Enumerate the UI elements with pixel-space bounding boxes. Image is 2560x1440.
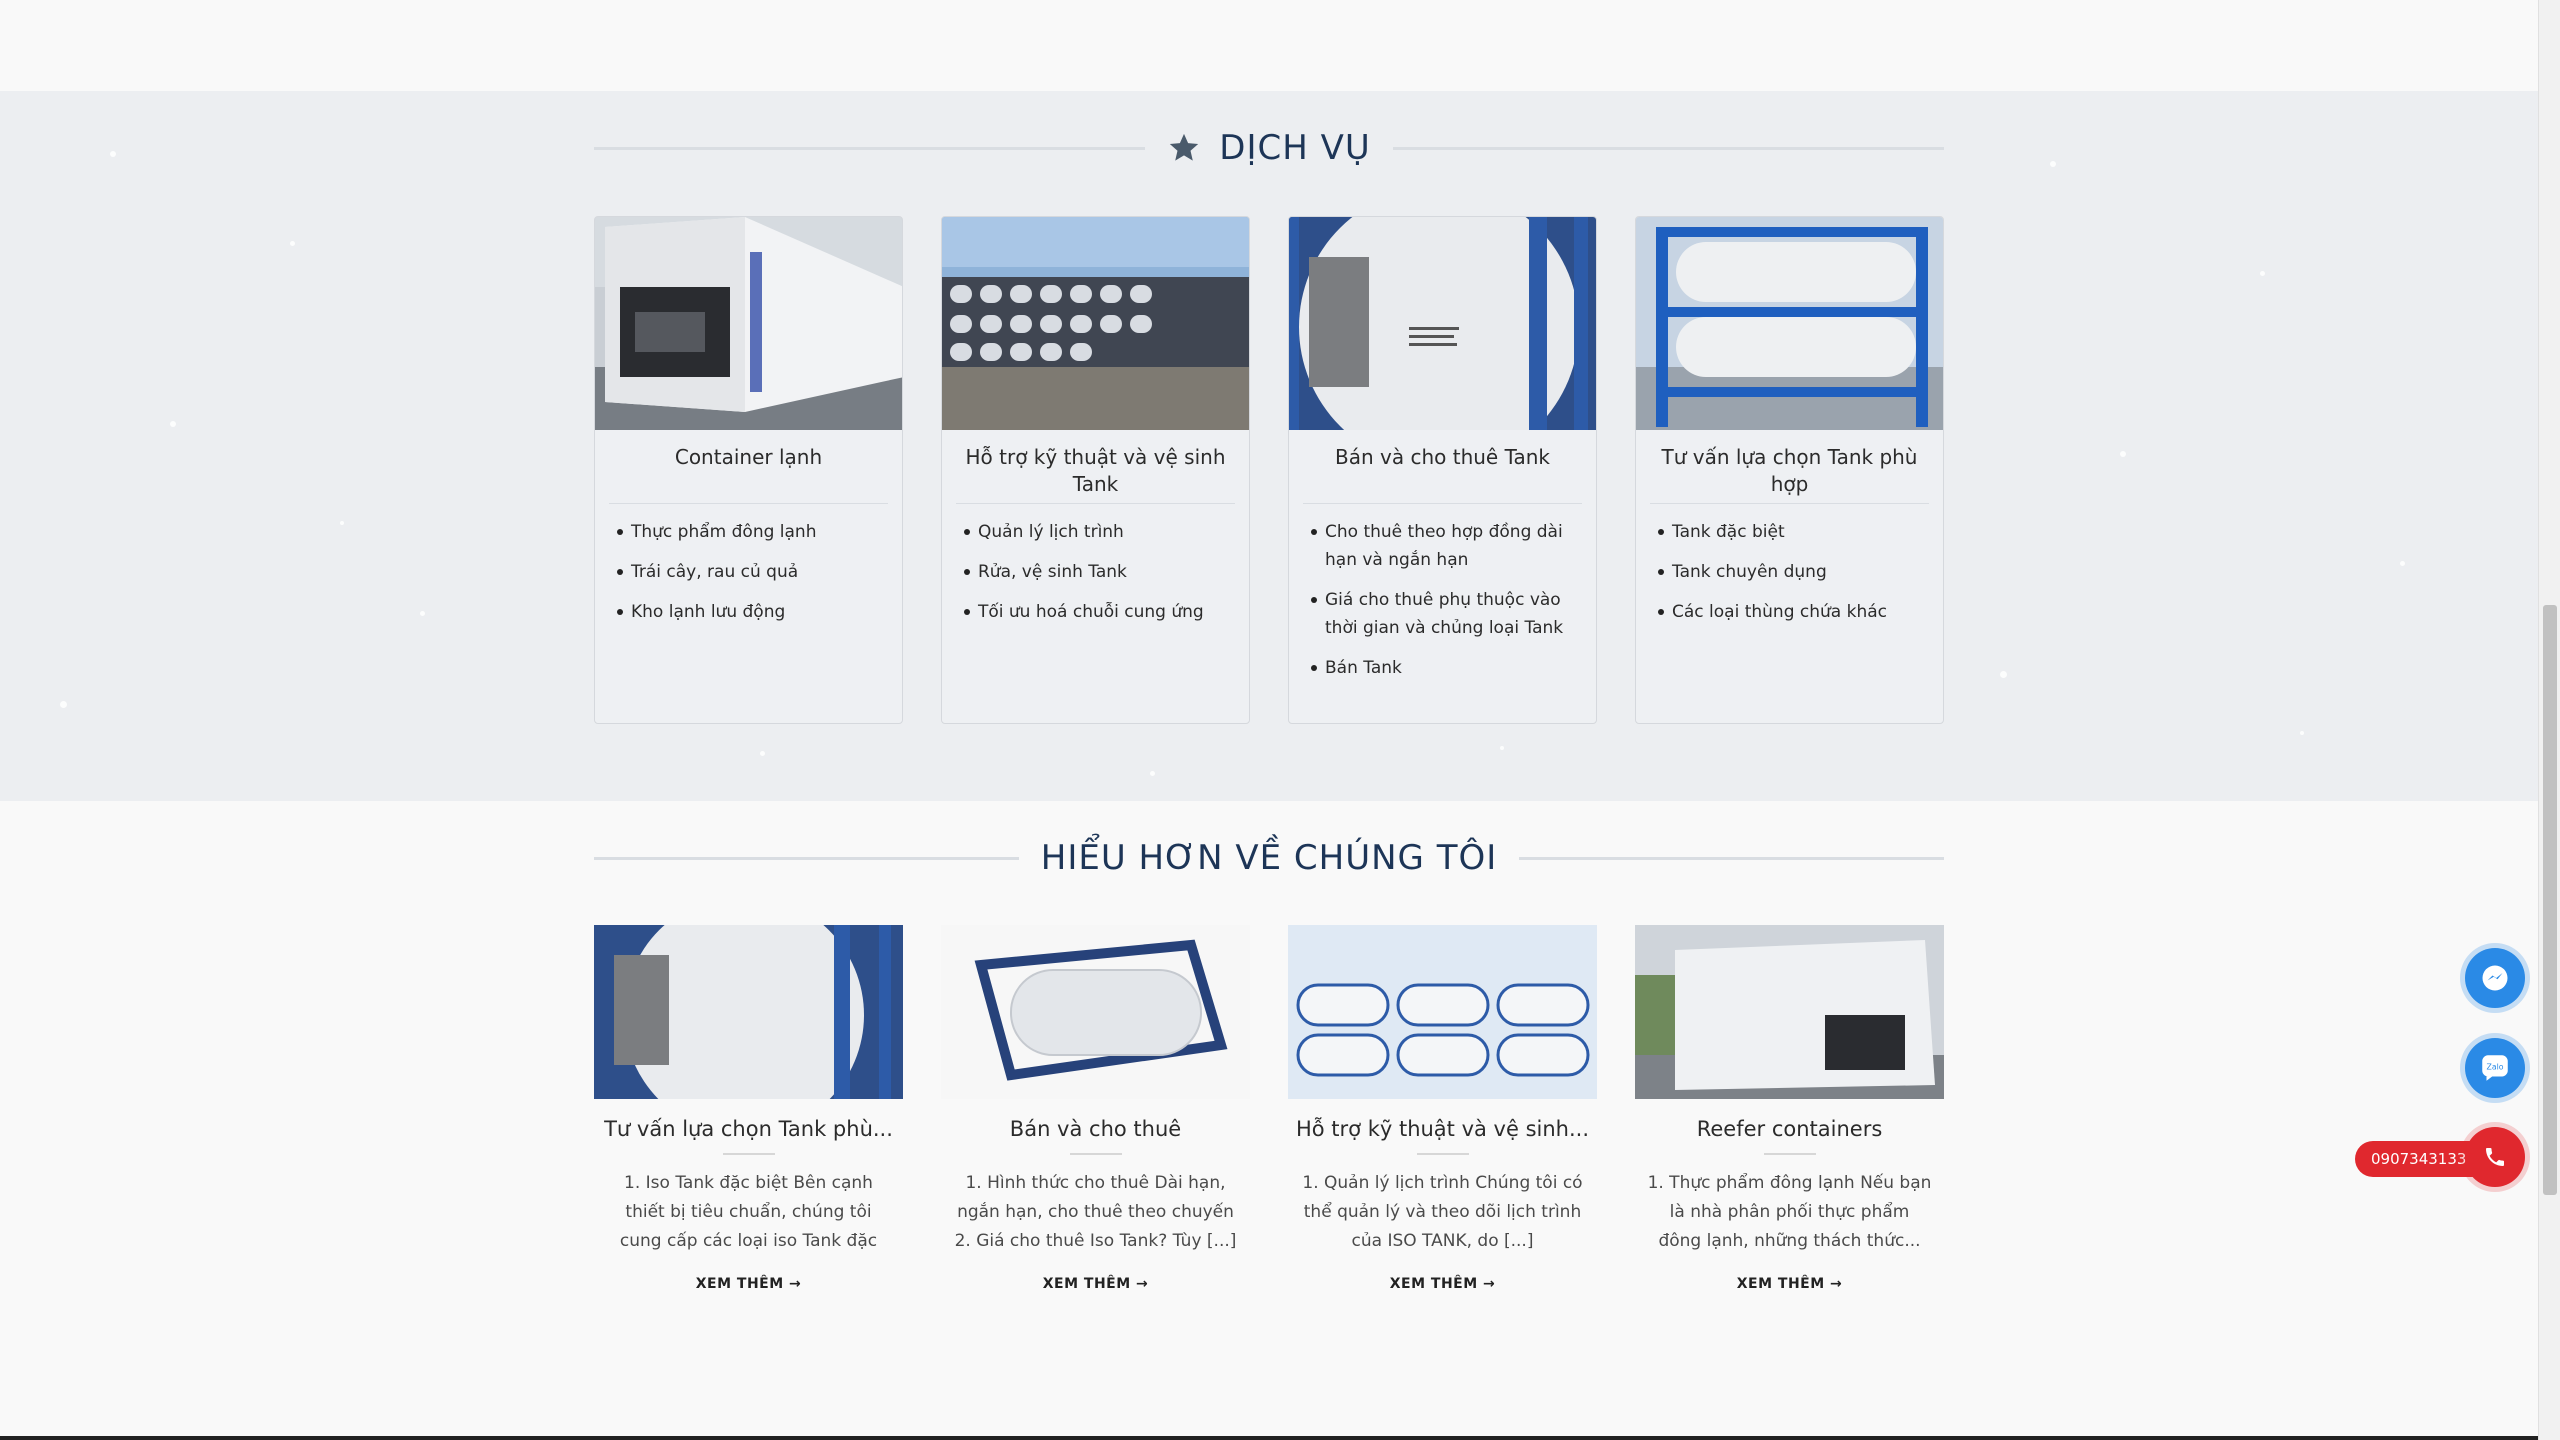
scrollbar[interactable] [2538,0,2560,1440]
service-card[interactable]: Container lạnh Thực phẩm đông lạnh Trái … [594,216,903,724]
post-title[interactable]: Reefer containers [1635,1115,1944,1143]
service-card-title: Hỗ trợ kỹ thuật và vệ sinh Tank [965,445,1226,496]
post-separator [1763,1153,1816,1155]
card-divider [956,503,1235,504]
service-card[interactable]: Tư vấn lựa chọn Tank phù hợp Tank đặc bi… [1635,216,1944,724]
tank-frame-image [1636,217,1943,430]
post-excerpt: 1. Quản lý lịch trình Chúng tôi có thể q… [1302,1173,1583,1251]
post-separator [1069,1153,1122,1155]
tank-yard-image [942,217,1249,430]
service-card-title: Container lạnh [674,445,823,469]
list-item: Giá cho thuê phụ thuộc vào thời gian và … [1311,586,1578,642]
service-list: Cho thuê theo hợp đồng dài hạn và ngắn h… [1289,518,1596,682]
read-more-link[interactable]: XEM THÊM → [1737,1276,1843,1292]
messenger-icon [2482,965,2508,991]
read-more-link[interactable]: XEM THÊM → [1043,1276,1149,1292]
phone-button[interactable] [2465,1127,2525,1187]
read-more-link[interactable]: XEM THÊM → [696,1276,802,1292]
footer-edge [0,1436,2538,1440]
service-card-title: Bán và cho thuê Tank [1335,445,1550,469]
post-excerpt: 1. Iso Tank đặc biệt Bên cạnh thiết bị t… [619,1173,878,1251]
post-title[interactable]: Tư vấn lựa chọn Tank phù... [594,1115,903,1143]
service-card[interactable]: Bán và cho thuê Tank Cho thuê theo hợp đ… [1288,216,1597,724]
list-item: Cho thuê theo hợp đồng dài hạn và ngắn h… [1311,518,1578,574]
scrollbar-thumb[interactable] [2543,605,2557,1195]
about-heading: HIỂU HƠN VỀ CHÚNG TÔI [594,823,1945,893]
list-item: Quản lý lịch trình [964,518,1231,546]
read-more-link[interactable]: XEM THÊM → [1390,1276,1496,1292]
zalo-icon: Zalo [2482,1055,2508,1081]
service-list: Quản lý lịch trình Rửa, vệ sinh Tank Tối… [942,518,1249,626]
post-excerpt: 1. Hình thức cho thuê Dài hạn, ngắn hạn,… [954,1173,1237,1251]
posts-grid: Tư vấn lựa chọn Tank phù... 1. Iso Tank … [594,925,1944,1292]
heading-rule-left [594,856,1019,860]
post-card: Bán và cho thuê 1. Hình thức cho thuê Dà… [941,925,1250,1292]
list-item: Kho lạnh lưu động [617,598,884,626]
service-list: Tank đặc biệt Tank chuyên dụng Các loại … [1636,518,1943,626]
services-section: DỊCH VỤ Container lạnh Thực phẩm đông lạ… [0,91,2538,801]
card-divider [1303,503,1582,504]
svg-text:Zalo: Zalo [2486,1062,2503,1071]
list-item: Thực phẩm đông lạnh [617,518,884,546]
service-list: Thực phẩm đông lạnh Trái cây, rau củ quả… [595,518,902,626]
messenger-button[interactable] [2465,948,2525,1008]
phone-number: 0907343133 [2371,1150,2467,1168]
post-card: Tư vấn lựa chọn Tank phù... 1. Iso Tank … [594,925,903,1292]
services-heading: DỊCH VỤ [594,113,1944,183]
post-title[interactable]: Hỗ trợ kỹ thuật và vệ sinh... [1288,1115,1597,1143]
card-divider [609,503,888,504]
top-strip [0,0,2538,91]
heading-rule-left [594,146,1146,150]
page: DỊCH VỤ Container lạnh Thực phẩm đông lạ… [0,0,2538,1440]
service-card[interactable]: Hỗ trợ kỹ thuật và vệ sinh Tank Quản lý … [941,216,1250,724]
post-thumbnail[interactable] [1635,925,1944,1099]
post-separator [722,1153,775,1155]
list-item: Bán Tank [1311,654,1578,682]
tank-closeup-image [1289,217,1596,430]
post-excerpt: 1. Thực phẩm đông lạnh Nếu bạn là nhà ph… [1647,1173,1932,1251]
services-grid: Container lạnh Thực phẩm đông lạnh Trái … [594,216,1944,724]
card-divider [1650,503,1929,504]
list-item: Tank chuyên dụng [1658,558,1925,586]
about-section: HIỂU HƠN VỀ CHÚNG TÔI Tư vấn lựa chọn Ta… [0,801,2538,1440]
post-thumbnail[interactable] [1288,925,1597,1099]
heading-rule-right [1392,146,1944,150]
post-card: Hỗ trợ kỹ thuật và vệ sinh... 1. Quản lý… [1288,925,1597,1292]
about-title: HIỂU HƠN VỀ CHÚNG TÔI [1040,838,1498,878]
zalo-button[interactable]: Zalo [2465,1038,2525,1098]
post-thumbnail[interactable] [941,925,1250,1099]
star-icon [1170,133,1199,161]
phone-icon [2486,1148,2504,1166]
post-title[interactable]: Bán và cho thuê [941,1115,1250,1143]
list-item: Rửa, vệ sinh Tank [964,558,1231,586]
list-item: Tank đặc biệt [1658,518,1925,546]
list-item: Tối ưu hoá chuỗi cung ứng [964,598,1231,626]
service-card-title: Tư vấn lựa chọn Tank phù hợp [1661,445,1918,496]
services-title: DỊCH VỤ [1219,128,1371,168]
post-separator [1416,1153,1469,1155]
list-item: Trái cây, rau củ quả [617,558,884,586]
post-thumbnail[interactable] [594,925,903,1099]
post-card: Reefer containers 1. Thực phẩm đông lạnh… [1635,925,1944,1292]
list-item: Các loại thùng chứa khác [1658,598,1925,626]
reefer-container-image [595,217,902,430]
heading-rule-right [1519,856,1945,860]
